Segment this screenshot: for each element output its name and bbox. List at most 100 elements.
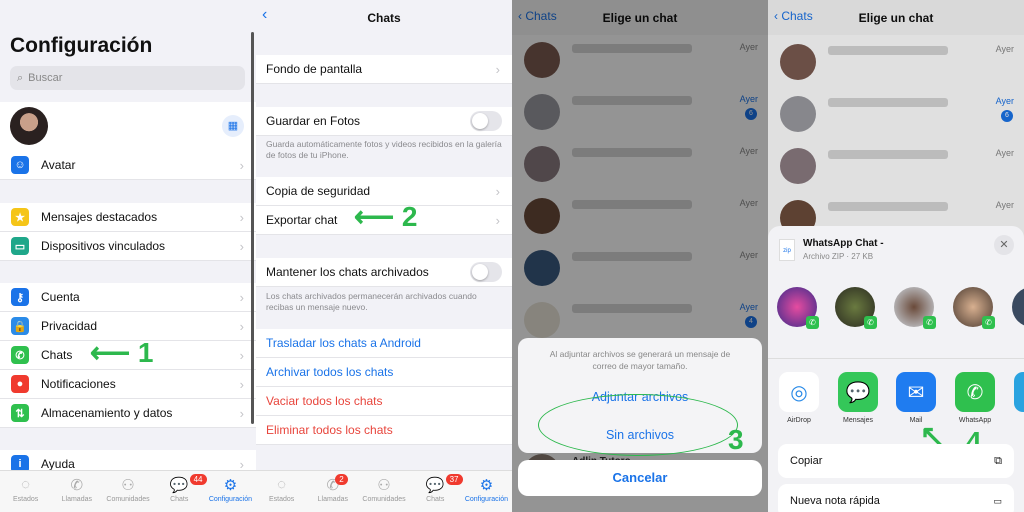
- wallpaper-row[interactable]: Fondo de pantalla ›: [256, 55, 512, 84]
- chevron-right-icon: ›: [239, 405, 244, 421]
- telegram-icon: ➤: [1014, 372, 1024, 412]
- settings-item-almacenamiento[interactable]: ⇅ Almacenamiento y datos ›: [0, 399, 256, 428]
- chevron-right-icon: ›: [239, 209, 244, 225]
- share-app-mail[interactable]: ✉ Mail: [894, 372, 938, 424]
- missed-calls-badge: 2: [335, 474, 348, 485]
- archive-all-button[interactable]: Archivar todos los chats: [256, 358, 512, 387]
- avatar-icon: ☺: [11, 156, 29, 174]
- search-icon: ⌕: [17, 71, 24, 84]
- action-sheet: Al adjuntar archivos se generará un mens…: [518, 338, 762, 456]
- chevron-right-icon: ›: [239, 318, 244, 334]
- quick-note-icon: ▭: [993, 495, 1002, 506]
- whatsapp-icon: ✆: [11, 346, 29, 364]
- settings-screen: Configuración ⌕ Buscar ▦ ☺ Avatar › ★ Mensaje…: [0, 0, 256, 512]
- share-app-airdrop[interactable]: ◎ AirDrop: [777, 372, 821, 424]
- settings-item-dispositivos[interactable]: ▭ Dispositivos vinculados ›: [0, 232, 256, 261]
- status-icon: ◌: [277, 476, 287, 493]
- gear-icon: ⚙: [479, 477, 494, 494]
- avatar: [10, 107, 48, 145]
- messages-icon: 💬: [838, 372, 878, 412]
- chat-bubble-icon: 💬: [425, 477, 445, 494]
- annotation-arrow-2: ⟵ 2: [354, 201, 418, 232]
- choose-chat-screen-attach: ‹ Chats Elige un chat Ayer Ayer 6 Ayer Ayer Ay…: [512, 0, 768, 512]
- profile-row[interactable]: ▦: [0, 102, 256, 152]
- tab-estados[interactable]: ◌ Estados: [0, 471, 51, 512]
- tab-comunidades[interactable]: ⚇ Comunidades: [102, 471, 153, 512]
- cancel-button[interactable]: Cancelar: [518, 460, 762, 496]
- search-input[interactable]: ⌕ Buscar: [10, 66, 245, 90]
- keep-archived-row: Mantener los chats archivados: [256, 258, 512, 287]
- laptop-icon: ▭: [11, 237, 29, 255]
- save-photos-row: Guardar en Fotos: [256, 107, 512, 136]
- share-app-mensajes[interactable]: 💬 Mensajes: [836, 372, 880, 424]
- share-app-whatsapp[interactable]: ✆ WhatsApp: [953, 372, 997, 424]
- communities-icon: ⚇: [121, 477, 135, 494]
- arrows-icon: ⇅: [11, 404, 29, 422]
- chevron-right-icon: ›: [239, 289, 244, 305]
- annotation-number-3: 3: [728, 424, 744, 455]
- bell-icon: ●: [11, 375, 29, 393]
- chevron-right-icon: ›: [239, 376, 244, 392]
- settings-item-notificaciones[interactable]: ● Notificaciones ›: [0, 370, 256, 399]
- chevron-right-icon: ›: [495, 212, 500, 228]
- tab-llamadas[interactable]: ✆ 2 Llamadas: [307, 471, 358, 512]
- whatsapp-icon: ✆: [923, 316, 936, 329]
- whatsapp-icon: ✆: [982, 316, 995, 329]
- file-icon: zip: [779, 239, 795, 261]
- tab-estados[interactable]: ◌ Estados: [256, 471, 307, 512]
- choose-chat-screen-share: ‹ Chats Elige un chat Ayer Ayer 6 Ayer Ayer z…: [768, 0, 1024, 512]
- close-icon: ✕: [999, 239, 1009, 251]
- lock-icon: 🔒: [11, 317, 29, 335]
- share-app-telegram[interactable]: ➤Te: [1012, 372, 1024, 424]
- save-photos-note: Guarda automáticamente fotos y videos re…: [266, 139, 502, 160]
- contact-suggestion[interactable]: ✆: [777, 287, 819, 329]
- scroll-indicator[interactable]: [251, 32, 254, 424]
- airdrop-icon: ◎: [779, 372, 819, 412]
- qr-code-button[interactable]: ▦: [222, 115, 244, 137]
- whatsapp-icon: ✆: [806, 316, 819, 329]
- tab-comunidades[interactable]: ⚇ Comunidades: [358, 471, 409, 512]
- chevron-right-icon: ›: [495, 183, 500, 199]
- chat-bubble-icon: 💬: [169, 477, 189, 494]
- contact-suggestion[interactable]: ✆: [894, 287, 936, 329]
- sheet-message: Al adjuntar archivos se generará un mens…: [549, 349, 731, 371]
- tab-chats[interactable]: 💬 44 Chats: [154, 471, 207, 512]
- move-to-android-button[interactable]: Trasladar los chats a Android: [256, 329, 512, 358]
- communities-icon: ⚇: [377, 477, 391, 494]
- gear-icon: ⚙: [223, 477, 238, 494]
- copy-action[interactable]: Copiar ⧉: [778, 444, 1014, 478]
- file-title: WhatsApp Chat -: [803, 238, 884, 249]
- page-title: Configuración: [10, 34, 153, 57]
- star-icon: ★: [11, 208, 29, 226]
- tab-configuracion[interactable]: ⚙ Configuración: [461, 471, 512, 512]
- back-chevron-icon[interactable]: ‹: [262, 6, 267, 24]
- chats-settings-screen: ‹ Chats Fondo de pantalla › Guardar en Fot…: [256, 0, 512, 512]
- keep-archived-note: Los chats archivados permanecerán archiv…: [266, 291, 477, 312]
- whatsapp-icon: ✆: [864, 316, 877, 329]
- settings-item-mensajes[interactable]: ★ Mensajes destacados ›: [0, 203, 256, 232]
- chevron-right-icon: ›: [239, 347, 244, 363]
- contact-suggestion[interactable]: ✆: [835, 287, 877, 329]
- divider: [768, 358, 1024, 359]
- close-button[interactable]: ✕: [994, 235, 1014, 255]
- copy-icon: ⧉: [994, 454, 1002, 467]
- whatsapp-icon: ✆: [955, 372, 995, 412]
- quick-note-action[interactable]: Nueva nota rápida ▭: [778, 484, 1014, 512]
- contact-suggestion[interactable]: ✆: [953, 287, 995, 329]
- annotation-arrow-1: ⟵ 1: [90, 337, 154, 368]
- delete-all-button[interactable]: Eliminar todos los chats: [256, 416, 512, 445]
- tab-bar: ◌ Estados ✆ 2 Llamadas ⚇ Comunidades 💬 37 Chat…: [256, 470, 512, 512]
- annotation-ellipse: [538, 394, 738, 456]
- phone-icon: ✆: [70, 477, 84, 494]
- tab-chats[interactable]: 💬 37 Chats: [410, 471, 463, 512]
- keep-archived-toggle[interactable]: [470, 262, 502, 282]
- settings-item-avatar[interactable]: ☺ Avatar ›: [0, 151, 256, 180]
- file-subtitle: Archivo ZIP · 27 KB: [803, 252, 874, 261]
- tab-llamadas[interactable]: ✆ Llamadas: [51, 471, 102, 512]
- save-photos-toggle[interactable]: [470, 111, 502, 131]
- clear-all-button[interactable]: Vaciar todos los chats: [256, 387, 512, 416]
- tab-configuracion[interactable]: ⚙ Configuración: [205, 471, 256, 512]
- chevron-right-icon: ›: [239, 238, 244, 254]
- settings-item-cuenta[interactable]: ⚷ Cuenta ›: [0, 283, 256, 312]
- mail-icon: ✉: [896, 372, 936, 412]
